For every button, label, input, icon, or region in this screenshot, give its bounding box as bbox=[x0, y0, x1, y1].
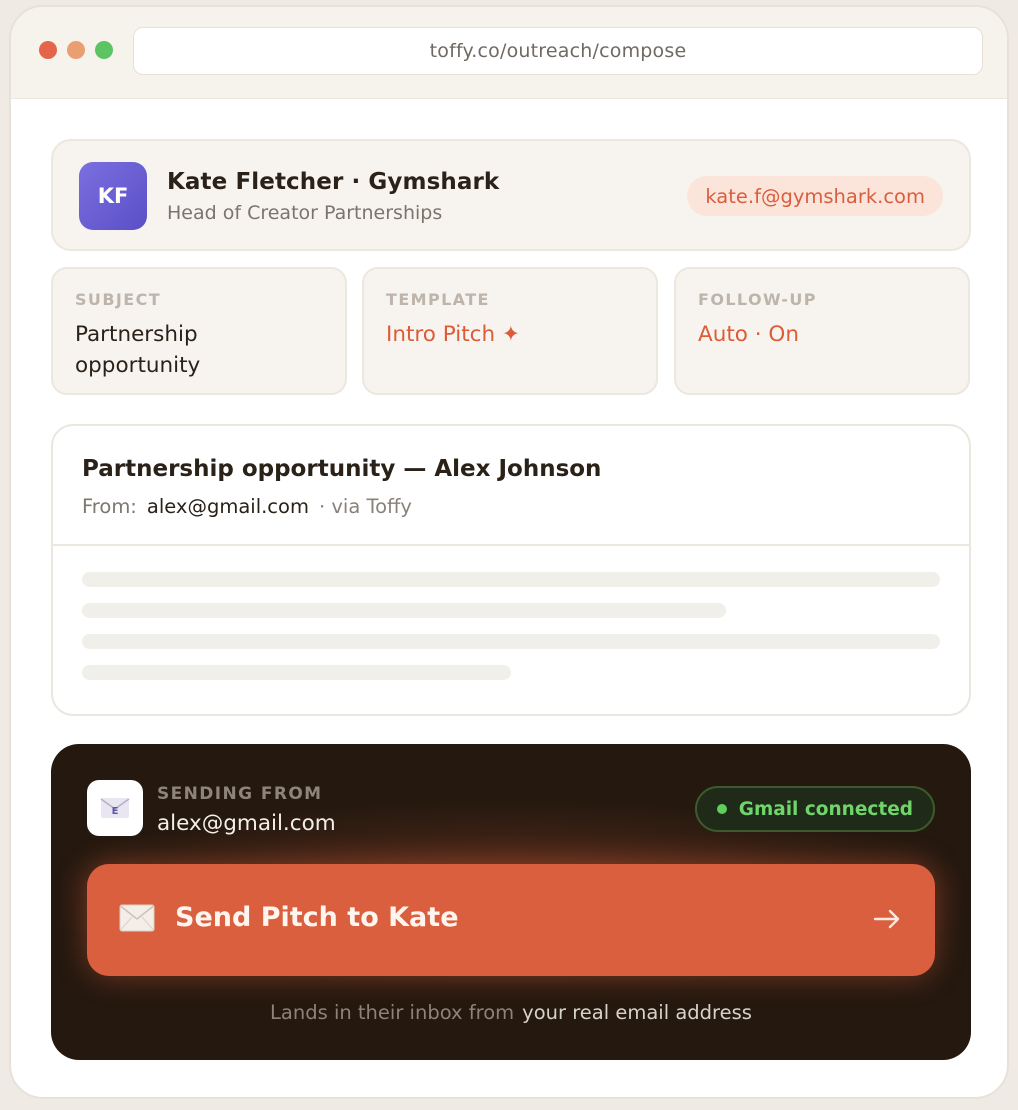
from-label: From: bbox=[82, 495, 137, 518]
followup-card[interactable]: FOLLOW-UP Auto · On bbox=[674, 267, 970, 395]
envelope-icon bbox=[119, 904, 155, 932]
delivery-footnote: Lands in their inbox from your real email… bbox=[51, 1001, 971, 1024]
maximize-window-button[interactable] bbox=[95, 41, 113, 59]
body-placeholder-line bbox=[82, 572, 940, 587]
mail-app-icon: E bbox=[87, 780, 143, 836]
status-dot-icon bbox=[716, 804, 727, 814]
body-placeholder-line bbox=[82, 665, 511, 680]
address-bar[interactable]: toffy.co/outreach/compose bbox=[133, 27, 983, 75]
recipient-email-badge[interactable]: kate.f@gymshark.com bbox=[687, 176, 943, 216]
template-label: TEMPLATE bbox=[386, 290, 490, 309]
followup-value: Auto · On bbox=[698, 322, 799, 347]
footnote-emphasis: your real email address bbox=[522, 1001, 752, 1024]
subject-value: Partnership opportunity bbox=[75, 322, 201, 378]
send-button-label: Send Pitch to Kate bbox=[175, 902, 459, 933]
arrow-right-icon bbox=[873, 909, 900, 929]
via-toffy: · via Toffy bbox=[318, 495, 412, 518]
template-value: Intro Pitch ✦ bbox=[386, 322, 520, 347]
send-panel: E SENDING FROM alex@gmail.com Gmail conn… bbox=[51, 744, 971, 1060]
close-window-button[interactable] bbox=[39, 41, 57, 59]
sending-from-label: SENDING FROM bbox=[157, 784, 323, 804]
followup-label: FOLLOW-UP bbox=[698, 290, 817, 309]
browser-window: toffy.co/outreach/compose KF Kate Fletch… bbox=[9, 5, 1009, 1099]
template-card[interactable]: TEMPLATE Intro Pitch ✦ bbox=[362, 267, 658, 395]
recipient-email: kate.f@gymshark.com bbox=[705, 184, 925, 208]
mail-tile-letter: E bbox=[112, 806, 119, 817]
avatar-initials: KF bbox=[97, 184, 129, 208]
avatar: KF bbox=[79, 162, 147, 230]
subject-label: SUBJECT bbox=[75, 290, 162, 309]
subject-card[interactable]: SUBJECT Partnership opportunity bbox=[51, 267, 347, 395]
recipient-name: Kate Fletcher · Gymshark bbox=[167, 169, 500, 195]
gmail-status-badge: Gmail connected bbox=[694, 786, 935, 832]
footnote-prefix: Lands in their inbox from bbox=[270, 1001, 515, 1024]
body-placeholder-line bbox=[82, 603, 726, 618]
sending-from-address: alex@gmail.com bbox=[157, 811, 336, 836]
url-text: toffy.co/outreach/compose bbox=[429, 40, 687, 62]
email-from-line: From: alex@gmail.com · via Toffy bbox=[82, 495, 412, 518]
minimize-window-button[interactable] bbox=[67, 41, 85, 59]
browser-chrome: toffy.co/outreach/compose bbox=[11, 7, 1007, 99]
body-placeholder-line bbox=[82, 634, 940, 649]
send-pitch-button[interactable]: Send Pitch to Kate bbox=[87, 864, 935, 976]
email-subject: Partnership opportunity — Alex Johnson bbox=[82, 456, 602, 482]
email-preview: Partnership opportunity — Alex Johnson F… bbox=[51, 424, 971, 716]
email-divider bbox=[53, 544, 969, 546]
recipient-card: KF Kate Fletcher · Gymshark Head of Crea… bbox=[51, 139, 971, 251]
from-address: alex@gmail.com bbox=[146, 495, 309, 518]
gmail-status-text: Gmail connected bbox=[738, 798, 913, 820]
recipient-role: Head of Creator Partnerships bbox=[167, 202, 443, 224]
